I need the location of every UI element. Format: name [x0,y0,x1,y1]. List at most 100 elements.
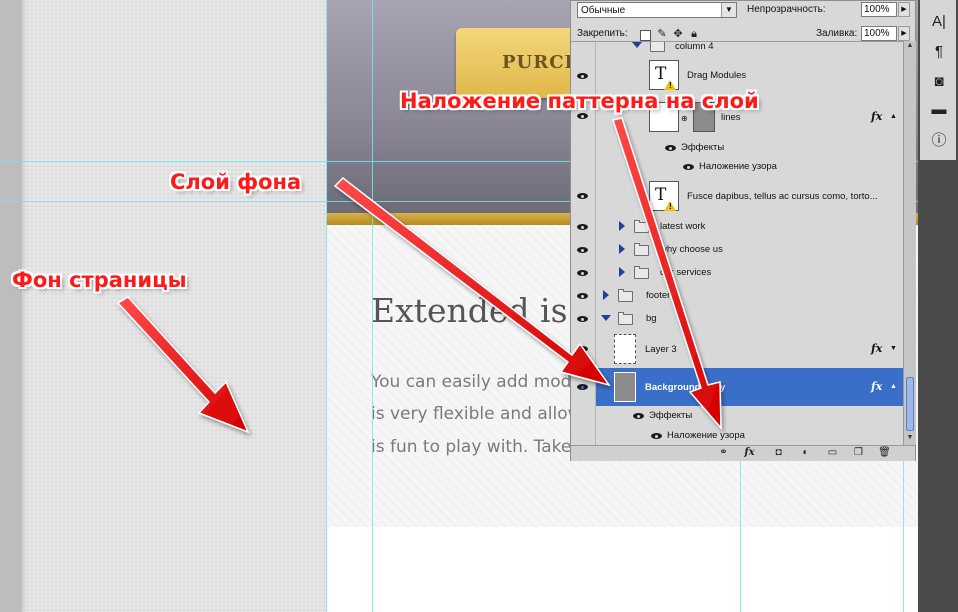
adjustment-layer-icon[interactable]: ◐ [799,447,812,459]
fx-icon[interactable]: fx [871,342,882,355]
guide-vertical[interactable] [326,0,327,612]
layer-name: column 4 [675,41,714,52]
add-mask-icon[interactable]: ◘ [772,447,785,459]
guide-vertical[interactable] [372,0,373,612]
layer-row[interactable]: our services [571,261,903,285]
folder-icon [650,42,665,52]
dock-icons-area: A| ¶ ◙ ▬ ⓘ [920,0,956,160]
lock-move-icon[interactable]: ✥ [672,28,684,40]
page-background-pattern [22,0,327,612]
layer-row[interactable]: column 4 [571,41,903,57]
layer-row[interactable]: latest work [571,215,903,239]
folder-icon [634,220,649,233]
collapse-icon[interactable] [601,315,611,321]
layer-thumbnail [614,372,636,402]
eye-icon[interactable] [683,163,695,171]
folder-icon [634,266,649,279]
paragraph-line-3: is fun to play with. Take [371,437,572,457]
effect-row[interactable]: Наложение узора [571,158,903,178]
layer-name: bg [646,313,657,324]
effects-label: Эффекты [681,142,725,153]
folder-icon [634,243,649,256]
eye-icon[interactable] [577,315,589,323]
eye-icon[interactable] [577,383,589,391]
eye-icon[interactable] [577,72,589,80]
chevron-down-icon[interactable]: ▼ [890,345,897,352]
lock-label: Закрепить: [577,28,628,39]
collapse-icon[interactable] [632,42,642,48]
eye-icon[interactable] [577,112,589,120]
chevron-up-icon[interactable]: ▲ [890,113,897,120]
clone-source-icon[interactable]: ◙ [928,70,950,92]
effect-name: Наложение узора [699,161,777,172]
layer-name: footer [646,290,671,301]
opacity-slider-arrow[interactable]: ▶ [898,2,910,17]
lock-paint-icon[interactable]: ✎ [656,28,668,40]
layer-thumbnail [614,334,636,364]
page-background-shade [22,0,28,612]
layer-name: why choose us [660,244,723,255]
link-icon: ⊕ [681,114,688,123]
layer-row[interactable]: bg [571,307,903,331]
fx-icon[interactable]: fx [871,110,882,123]
effects-row[interactable]: Эффекты [571,138,903,159]
layer-name: Drag Modules [687,70,747,81]
tool-presets-icon[interactable]: ▬ [928,98,950,120]
layer-row-selected[interactable]: Background copy fx ▲ [571,368,903,407]
effects-label: Эффекты [649,410,693,421]
opacity-input[interactable]: 100% [861,2,897,17]
paragraph-icon[interactable]: ¶ [928,40,950,62]
layer-row[interactable]: why choose us [571,238,903,262]
folder-icon [618,312,633,325]
effects-row[interactable]: Эффекты [571,406,903,427]
layer-row[interactable]: Layer 3 fx ▼ [571,330,903,369]
annotation-pattern-overlay: Наложение паттерна на слой [400,89,759,113]
layers-scrollbar[interactable]: ▲ ▼ [903,41,916,445]
effect-name: Наложение узора [667,430,745,441]
blend-mode-select[interactable]: Обычные ▼ [577,2,737,18]
panel-dock-strip: A| ¶ ◙ ▬ ⓘ [918,0,958,612]
scroll-up-icon[interactable]: ▲ [905,41,915,51]
new-layer-icon[interactable]: ❐ [852,447,865,459]
page-heading: Extended is [371,291,568,330]
eye-icon[interactable] [665,144,677,152]
layer-name: Background copy [645,382,726,393]
expand-icon[interactable] [619,244,625,254]
link-layers-icon[interactable]: ⚭ [717,447,730,459]
layer-name: lines [721,112,741,123]
layer-row[interactable]: footer [571,284,903,308]
layer-name: Fusce dapibus, tellus ac cursus como, to… [687,191,878,202]
eye-icon[interactable] [577,246,589,254]
chevron-up-icon[interactable]: ▲ [890,383,897,390]
fill-input[interactable]: 100% [861,26,897,41]
info-icon[interactable]: ⓘ [928,128,950,150]
lock-all-icon[interactable]: 🔒︎ [688,28,700,40]
fx-icon[interactable]: fx [871,380,882,393]
eye-icon[interactable] [577,223,589,231]
scrollbar-thumb[interactable] [906,377,914,431]
eye-icon[interactable] [577,269,589,277]
lock-transparency-icon[interactable] [640,30,651,41]
chevron-down-icon: ▼ [721,3,736,17]
blend-mode-value: Обычные [581,5,626,16]
eye-icon[interactable] [577,292,589,300]
expand-icon[interactable] [603,290,609,300]
effect-row[interactable]: Наложение узора [571,426,903,446]
eye-icon[interactable] [633,412,645,420]
add-style-icon[interactable]: fx [743,447,756,459]
layer-name: our services [660,267,712,278]
layer-name: latest work [660,221,706,232]
eye-icon[interactable] [651,432,663,440]
paragraph-line-1: You can easily add mod [371,372,572,392]
fill-slider-arrow[interactable]: ▶ [898,26,910,41]
scroll-down-icon[interactable]: ▼ [905,433,915,443]
layer-row[interactable]: T ! Fusce dapibus, tellus ac cursus como… [571,177,903,216]
new-group-icon[interactable]: ▭ [826,447,839,459]
trash-icon[interactable]: 🗑︎ [878,447,891,459]
character-icon[interactable]: A| [928,10,950,32]
expand-icon[interactable] [619,221,625,231]
bottom-area [327,527,918,612]
expand-icon[interactable] [619,267,625,277]
eye-icon[interactable] [577,345,589,353]
eye-icon[interactable] [577,192,589,200]
